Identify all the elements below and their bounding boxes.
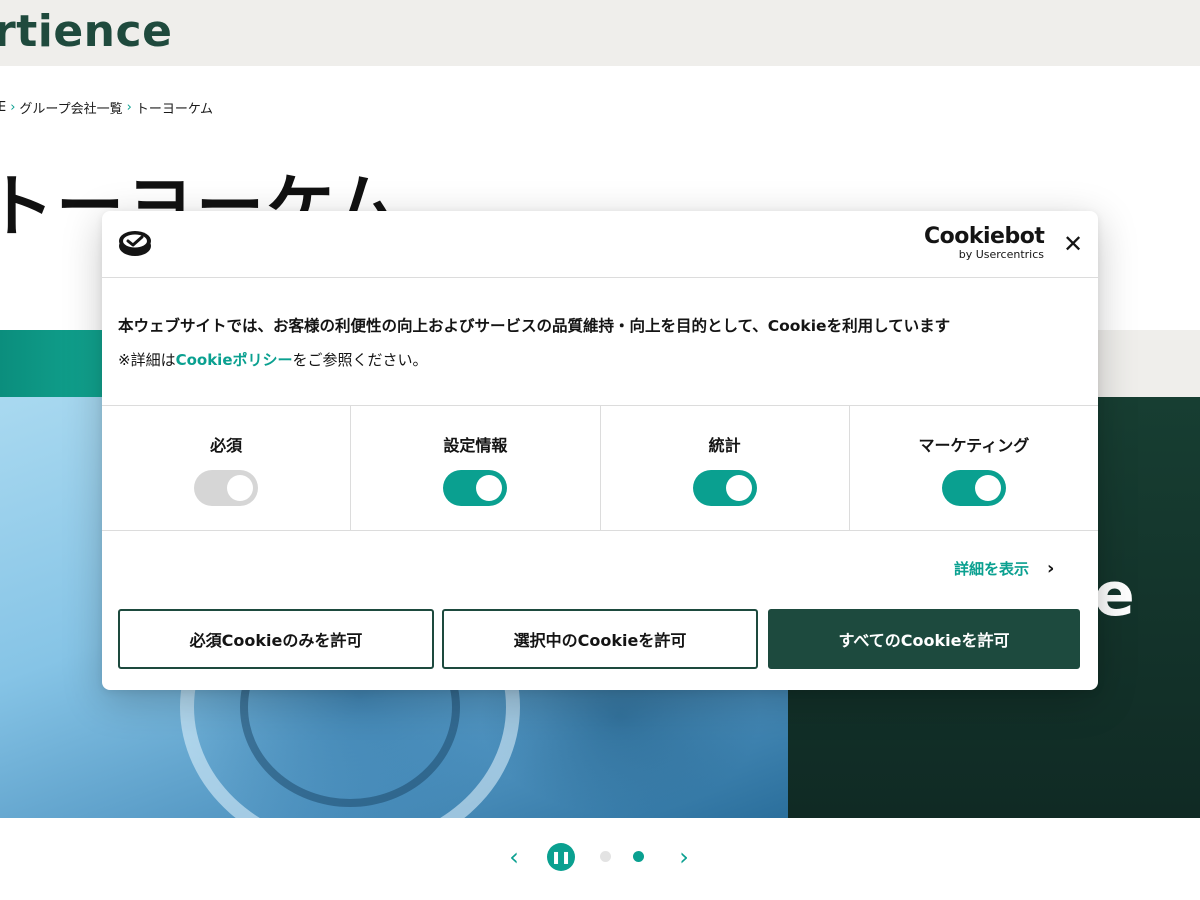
carousel-dot-2[interactable] [633,851,644,862]
chevron-right-icon: › [10,99,16,115]
carousel-dot-1[interactable] [600,851,611,862]
category-preferences: 設定情報 [351,406,601,530]
allow-necessary-only-button[interactable]: 必須Cookieのみを許可 [118,609,434,669]
chevron-left-icon: ‹ [509,843,519,871]
category-label: 必須 [210,436,243,455]
cookiebot-brand[interactable]: Cookiebot by Usercentrics [924,224,1045,261]
show-details-label: 詳細を表示 [954,560,1030,578]
toggle-statistics[interactable] [692,470,757,506]
brand-subtitle: by Usercentrics [958,248,1044,261]
toggle-knob [476,475,503,501]
site-header: rtience [0,0,1200,66]
toggle-marketing[interactable] [941,470,1006,506]
dialog-header: Cookiebot by Usercentrics ✕ [102,211,1098,278]
close-icon: ✕ [1062,230,1084,258]
chevron-right-icon: › [126,99,132,115]
hero-heading-fragment: e [1094,560,1135,630]
carousel-next-button[interactable]: › [672,842,696,872]
breadcrumb-item-current: トーヨーケム [135,101,213,117]
cookie-icon [119,231,151,256]
chevron-right-icon: › [1047,558,1055,579]
toggle-preferences[interactable] [443,470,508,506]
policy-prefix: ※詳細は [118,351,176,369]
carousel-pause-button[interactable]: ❚❚ [547,843,575,871]
close-button[interactable]: ✕ [1060,231,1086,257]
pause-icon: ❚❚ [550,850,572,864]
category-label: マーケティング [918,436,1030,455]
toggle-necessary[interactable] [194,470,259,506]
toggle-knob [227,475,254,501]
hero-side-band [1090,330,1200,398]
breadcrumb-item-home[interactable]: E [0,100,6,115]
category-necessary: 必須 [102,406,352,530]
consent-message: 本ウェブサイトでは、お客様の利便性の向上およびサービスの品質維持・向上を目的とし… [118,317,951,335]
category-label: 設定情報 [443,436,508,455]
cookie-consent-dialog: Cookiebot by Usercentrics ✕ 本ウェブサイトでは、お客… [102,211,1098,690]
toggle-knob [725,475,752,501]
category-statistics: 統計 [601,406,850,530]
allow-selection-button[interactable]: 選択中のCookieを許可 [442,609,758,669]
policy-suffix: をご参照ください。 [292,351,428,369]
cookie-policy-link[interactable]: Cookieポリシー [176,351,293,369]
breadcrumb: E › グループ会社一覧 › トーヨーケム [0,97,213,117]
chevron-right-icon: › [679,843,689,871]
carousel-prev-button[interactable]: ‹ [502,842,526,872]
allow-all-button[interactable]: すべてのCookieを許可 [768,609,1080,669]
toggle-knob [974,475,1001,501]
category-label: 統計 [708,436,741,455]
show-details-link[interactable]: 詳細を表示 › [954,557,1054,581]
breadcrumb-item-group-companies[interactable]: グループ会社一覧 [19,98,122,117]
dialog-message: 本ウェブサイトでは、お客様の利便性の向上およびサービスの品質維持・向上を目的とし… [118,309,1082,377]
site-logo[interactable]: rtience [0,4,172,60]
policy-line: ※詳細はCookieポリシーをご参照ください。 [118,343,1082,377]
carousel-controls: ‹ ❚❚ › [500,842,700,872]
brand-name: Cookiebot [924,224,1045,249]
category-marketing: マーケティング [850,406,1098,530]
consent-categories: 必須 設定情報 統計 マーケティング [102,405,1098,531]
